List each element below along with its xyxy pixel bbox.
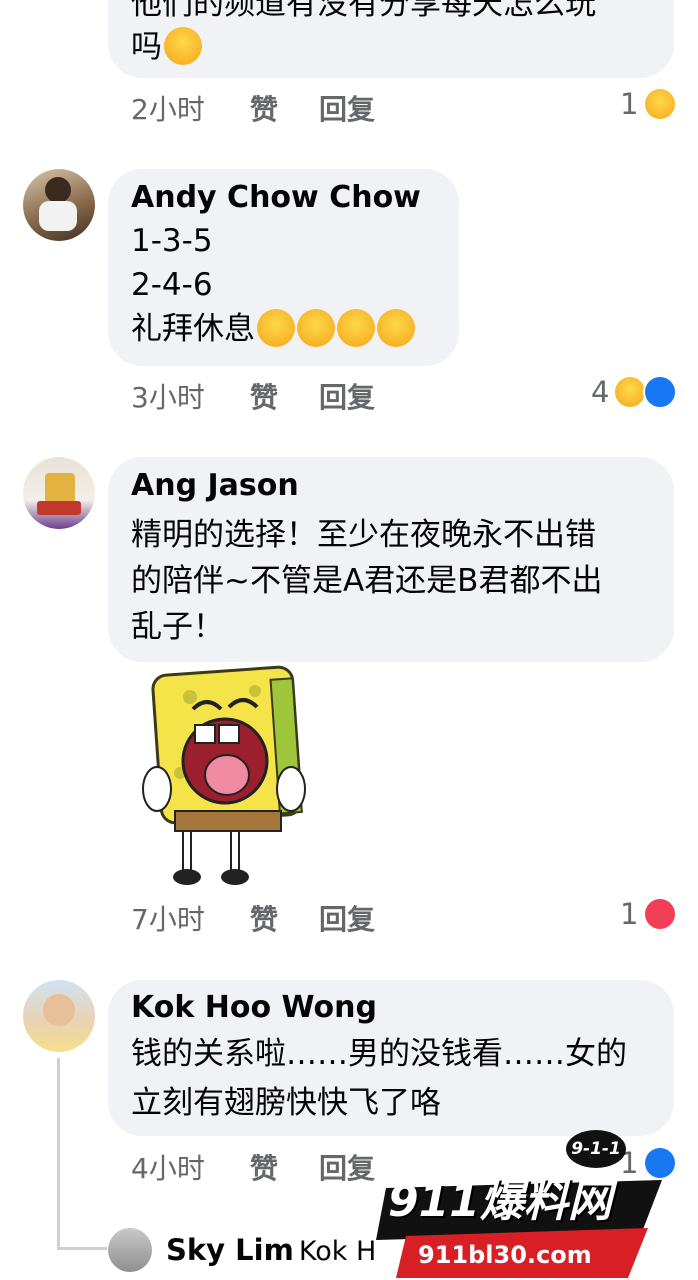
comment-text-line: 的陪伴~不管是A君还是B君都不出 xyxy=(131,563,603,599)
reply-preview-text: Kok H xyxy=(298,1236,377,1267)
comment-timestamp[interactable]: 3小时 xyxy=(131,380,205,416)
comment-text-line: 2-4-6 xyxy=(131,267,213,303)
commenter-name[interactable]: Ang Jason xyxy=(131,467,299,505)
avatar-child-face xyxy=(43,994,75,1026)
avatar-toy-figure xyxy=(45,473,75,503)
watermark-logo: 9-1-1 911爆料网 911bl30.com xyxy=(366,1128,672,1278)
watermark-url: 911bl30.com xyxy=(418,1241,592,1269)
reply-thread-line xyxy=(57,1058,60,1250)
reply-avatar[interactable] xyxy=(108,1228,152,1272)
laughing-crying-emoji xyxy=(337,309,375,347)
like-link[interactable]: 赞 xyxy=(250,902,278,938)
reply-author-name[interactable]: Sky Lim xyxy=(166,1233,294,1267)
comment-text-line: 他们的频道有没有分享每天怎么玩 xyxy=(131,0,596,22)
comment-text-line: 吗 xyxy=(131,25,202,69)
avatar-shirt xyxy=(39,201,77,231)
reply-link[interactable]: 回复 xyxy=(319,92,375,128)
like-link[interactable]: 赞 xyxy=(250,380,278,416)
avatar-person xyxy=(45,177,71,203)
like-reaction-icon[interactable] xyxy=(643,375,677,409)
comment-text-line: 1-3-5 xyxy=(131,223,213,259)
haha-reaction-icon[interactable] xyxy=(645,89,675,119)
commenter-name[interactable]: Andy Chow Chow xyxy=(131,179,421,217)
like-link[interactable]: 赞 xyxy=(250,1151,278,1187)
love-reaction-icon[interactable] xyxy=(645,899,675,929)
laughing-crying-emoji xyxy=(297,309,335,347)
comment-text-line: 乱子！ xyxy=(131,609,224,645)
like-link[interactable]: 赞 xyxy=(250,92,278,128)
comment-text-line: 钱的关系啦……男的没钱看……女的 xyxy=(131,1036,627,1072)
reaction-count[interactable]: 4 xyxy=(591,374,609,410)
reaction-count[interactable]: 1 xyxy=(620,896,638,932)
comment-text-line: 精明的选择！至少在夜晚永不出错 xyxy=(131,517,596,553)
reaction-count[interactable]: 1 xyxy=(620,86,638,122)
comment-timestamp[interactable]: 4小时 xyxy=(131,1151,205,1187)
avatar[interactable] xyxy=(23,457,95,529)
avatar[interactable] xyxy=(23,169,95,241)
commenter-name[interactable]: Kok Hoo Wong xyxy=(131,989,377,1027)
reply-link[interactable]: 回复 xyxy=(319,380,375,416)
watermark-brand: 911爆料网 xyxy=(388,1176,612,1227)
comment-timestamp[interactable]: 7小时 xyxy=(131,902,205,938)
haha-reaction-icon[interactable] xyxy=(615,377,645,407)
spongebob-laughing-sticker[interactable] xyxy=(135,663,310,891)
comment-text-line: 礼拜休息 xyxy=(131,307,415,351)
comment-timestamp[interactable]: 2小时 xyxy=(131,92,205,128)
laughing-crying-emoji xyxy=(257,309,295,347)
laughing-crying-emoji xyxy=(164,27,202,65)
comment-text-line: 立刻有翅膀快快飞了咯 xyxy=(131,1085,441,1121)
watermark-badge: 9-1-1 xyxy=(566,1130,626,1168)
avatar[interactable] xyxy=(23,980,95,1052)
laughing-crying-emoji xyxy=(377,309,415,347)
reply-preview[interactable]: Sky Lim Kok H xyxy=(166,1232,376,1273)
reply-thread-connector xyxy=(57,1247,107,1250)
reply-link[interactable]: 回复 xyxy=(319,902,375,938)
avatar-toy-base xyxy=(37,501,81,515)
